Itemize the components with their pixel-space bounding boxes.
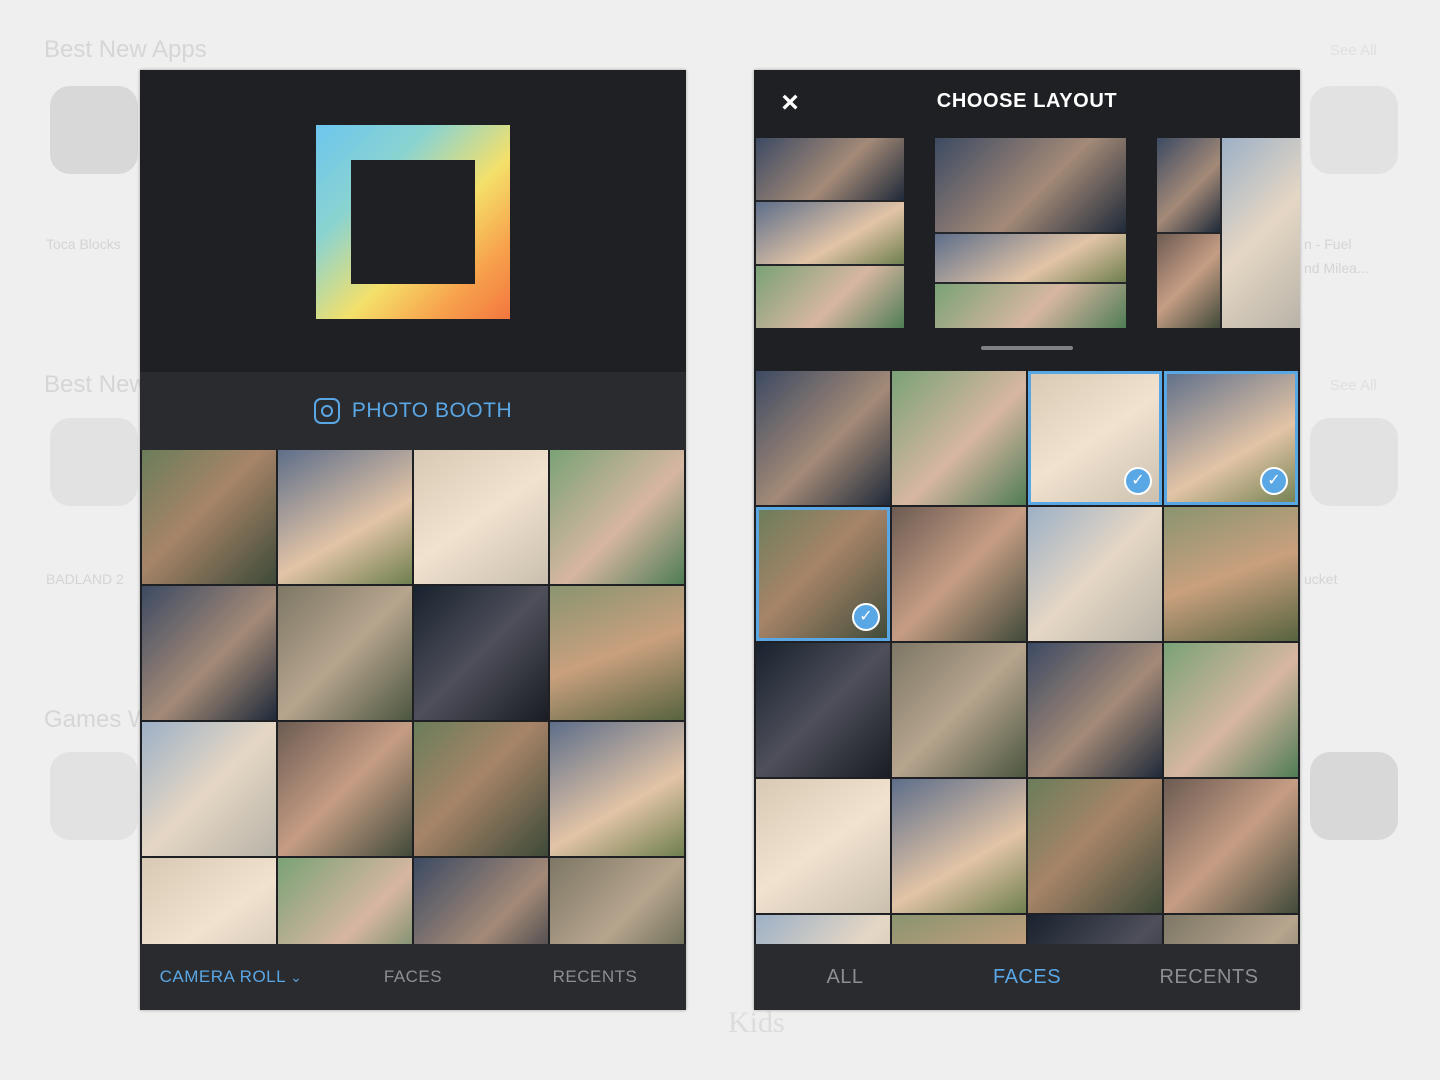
chevron-down-icon: ⌄	[290, 969, 303, 985]
drag-handle[interactable]	[981, 346, 1073, 350]
page-title: CHOOSE LAYOUT	[936, 90, 1118, 112]
layout-option-three-stack-wide[interactable]	[935, 138, 1126, 328]
photo-booth-label: PHOTO BOOTH	[351, 399, 513, 422]
photo-thumbnail[interactable]	[1164, 643, 1298, 777]
background-caption: ucket	[1304, 571, 1338, 587]
photo-thumbnail[interactable]	[278, 858, 412, 944]
photo-thumbnail[interactable]	[414, 858, 548, 944]
background-app-tile	[1310, 752, 1398, 840]
tab-recents[interactable]: RECENTS	[504, 967, 686, 987]
background-heading-games: Games W	[44, 706, 151, 733]
photo-thumbnail[interactable]	[142, 722, 276, 856]
photo-thumbnail[interactable]	[892, 779, 1026, 913]
photo-thumbnail[interactable]	[550, 586, 684, 720]
tab-camera-roll[interactable]: CAMERA ROLL ⌄	[140, 967, 322, 987]
layout-cell	[756, 138, 904, 200]
photo-thumbnail[interactable]	[278, 722, 412, 856]
layout-cell	[1157, 138, 1220, 232]
photo-thumbnail[interactable]	[892, 915, 1026, 944]
background-caption: n - Fuel	[1304, 236, 1352, 252]
photo-thumbnail[interactable]	[1164, 507, 1298, 641]
layout-cell	[756, 266, 904, 328]
photo-thumbnail[interactable]	[892, 371, 1026, 505]
filter-tab-bar: ALL FACES RECENTS	[754, 944, 1300, 1010]
layout-logo-banner	[140, 70, 686, 372]
photo-thumbnail[interactable]	[414, 586, 548, 720]
tab-faces[interactable]: FACES	[322, 967, 504, 987]
photo-thumbnail[interactable]	[1164, 915, 1298, 944]
camera-icon	[313, 398, 340, 424]
photo-thumbnail[interactable]	[1028, 779, 1162, 913]
layout-option-three-stack[interactable]	[756, 138, 904, 328]
checkmark-icon: ✓	[852, 603, 880, 631]
background-caption: nd Milea...	[1304, 260, 1369, 276]
background-app-tile	[1310, 86, 1398, 174]
photo-thumbnail[interactable]	[142, 450, 276, 584]
background-see-all-2: See All	[1330, 377, 1377, 394]
photo-thumbnail[interactable]	[756, 643, 890, 777]
photo-thumbnail[interactable]	[278, 450, 412, 584]
photo-thumbnail[interactable]	[1028, 643, 1162, 777]
background-see-all-1: See All	[1330, 42, 1377, 59]
photo-thumbnail[interactable]: ✓	[1164, 371, 1298, 505]
checkmark-icon: ✓	[1260, 467, 1288, 495]
photo-thumbnail[interactable]	[142, 586, 276, 720]
photo-thumbnail[interactable]	[1164, 779, 1298, 913]
source-tab-bar: CAMERA ROLL ⌄ FACES RECENTS	[140, 944, 686, 1010]
photo-thumbnail[interactable]	[756, 915, 890, 944]
layout-cell	[935, 284, 1126, 328]
tab-recents[interactable]: RECENTS	[1118, 966, 1300, 989]
photo-thumbnail[interactable]	[1028, 915, 1162, 944]
checkmark-icon: ✓	[1124, 467, 1152, 495]
photo-thumbnail[interactable]	[550, 450, 684, 584]
layout-cell	[1222, 138, 1300, 328]
logo-center	[351, 160, 475, 284]
layout-cell	[935, 138, 1126, 232]
photo-booth-button[interactable]: PHOTO BOOTH	[140, 372, 686, 450]
background-heading-best-new: Best New	[44, 371, 147, 398]
background-app-tile	[1310, 418, 1398, 506]
photo-thumbnail[interactable]	[278, 586, 412, 720]
background-caption: Toca Blocks	[46, 236, 121, 252]
photo-thumbnail[interactable]	[756, 779, 890, 913]
layout-cell	[756, 202, 904, 264]
photo-thumbnail[interactable]	[1028, 507, 1162, 641]
photo-thumbnail[interactable]	[414, 722, 548, 856]
background-caption: BADLAND 2	[46, 571, 124, 587]
header-bar: × CHOOSE LAYOUT	[754, 70, 1300, 134]
tab-faces[interactable]: FACES	[936, 966, 1118, 989]
layout-cell	[935, 234, 1126, 282]
faces-photo-grid: ✓ ✓ ✓	[756, 371, 1298, 944]
layout-home-screen: PHOTO BOOTH CAMERA ROLL ⌄ FACES RECENTS	[140, 70, 686, 1010]
tab-all[interactable]: ALL	[754, 966, 936, 989]
background-app-tile	[50, 752, 138, 840]
photo-thumbnail[interactable]	[892, 507, 1026, 641]
layout-option-two-column[interactable]	[1157, 138, 1300, 328]
background-app-tile	[50, 418, 138, 506]
camera-roll-grid	[142, 450, 684, 944]
layout-logo-icon	[316, 125, 510, 319]
background-app-tile	[50, 86, 138, 174]
photo-thumbnail[interactable]	[142, 858, 276, 944]
photo-thumbnail[interactable]	[414, 450, 548, 584]
tab-camera-roll-label: CAMERA ROLL	[159, 967, 287, 986]
photo-thumbnail[interactable]: ✓	[756, 507, 890, 641]
photo-thumbnail[interactable]	[892, 643, 1026, 777]
background-heading-best-new-apps: Best New Apps	[44, 36, 207, 63]
photo-thumbnail[interactable]	[550, 858, 684, 944]
layout-options-strip	[754, 134, 1300, 371]
photo-thumbnail[interactable]: ✓	[1028, 371, 1162, 505]
choose-layout-screen: × CHOOSE LAYOUT ✓ ✓ ✓ ALL FACES RECENTS	[754, 70, 1300, 1010]
background-kids-label: Kids	[728, 1006, 785, 1039]
photo-thumbnail[interactable]	[756, 371, 890, 505]
layout-cell	[1157, 234, 1220, 328]
photo-thumbnail[interactable]	[550, 722, 684, 856]
